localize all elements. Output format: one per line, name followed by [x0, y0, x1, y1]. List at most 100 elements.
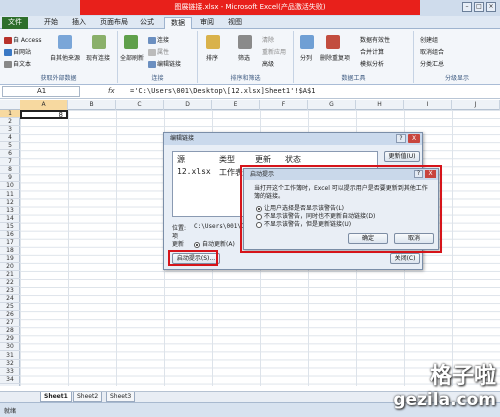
- tab-insert[interactable]: 插入: [66, 17, 92, 29]
- help-icon[interactable]: ?: [396, 134, 406, 143]
- update-values-button[interactable]: 更新值(U): [384, 151, 420, 162]
- column-header[interactable]: I: [404, 100, 452, 110]
- row-header[interactable]: 1: [0, 110, 20, 118]
- clear-filter-button[interactable]: 清除: [262, 35, 274, 44]
- row-header[interactable]: 14: [0, 215, 20, 223]
- from-text-button[interactable]: 自文本: [4, 59, 31, 68]
- edit-links-button[interactable]: 编辑链接: [148, 59, 181, 68]
- group-connections: 全部刷新 连接 属性 编辑链接 连接: [118, 31, 198, 83]
- row-header[interactable]: 18: [0, 247, 20, 255]
- tab-formulas[interactable]: 公式: [134, 17, 160, 29]
- row-header[interactable]: 20: [0, 263, 20, 271]
- sort-button[interactable]: 排序: [206, 53, 218, 62]
- row-header[interactable]: 25: [0, 303, 20, 312]
- column-header[interactable]: D: [164, 100, 212, 110]
- row-header[interactable]: 11: [0, 191, 20, 199]
- row-header[interactable]: 33: [0, 368, 20, 376]
- row-header[interactable]: 19: [0, 255, 20, 263]
- tab-file[interactable]: 文件: [2, 17, 28, 29]
- sheet-tab-3[interactable]: Sheet3: [106, 392, 136, 402]
- row-header[interactable]: 16: [0, 231, 20, 239]
- text-file-icon: [4, 61, 12, 68]
- what-if-button[interactable]: 模拟分析: [360, 59, 384, 68]
- from-web-button[interactable]: 自网站: [4, 47, 31, 56]
- ungroup-button[interactable]: 取消组合: [420, 47, 444, 56]
- row-header[interactable]: 23: [0, 287, 20, 296]
- properties-icon: [148, 49, 156, 56]
- close-window-icon[interactable]: ×: [486, 2, 496, 12]
- close-button[interactable]: 关闭(C): [390, 253, 420, 264]
- row-header[interactable]: 28: [0, 327, 20, 336]
- advanced-button[interactable]: 高级: [262, 59, 274, 68]
- access-icon: [4, 37, 12, 44]
- cell-a1[interactable]: 8: [20, 110, 68, 119]
- watermark: 格子啦 gezila.com: [393, 358, 496, 410]
- column-header[interactable]: G: [308, 100, 356, 110]
- formula-input[interactable]: ='C:\Users\001\Desktop\[12.xlsx]Sheet1'!…: [130, 87, 315, 95]
- row-header[interactable]: 9: [0, 174, 20, 183]
- row-header[interactable]: 30: [0, 343, 20, 352]
- row-header[interactable]: 7: [0, 158, 20, 167]
- row-header[interactable]: 32: [0, 360, 20, 368]
- properties-button[interactable]: 属性: [148, 47, 169, 56]
- tab-review[interactable]: 审阅: [194, 17, 220, 29]
- row-header[interactable]: 31: [0, 352, 20, 360]
- existing-connections-button[interactable]: 现有连接: [86, 53, 110, 62]
- reapply-button[interactable]: 重新应用: [262, 47, 286, 56]
- row-header[interactable]: 4: [0, 134, 20, 143]
- minimize-icon[interactable]: –: [462, 2, 472, 12]
- row-header[interactable]: 24: [0, 295, 20, 304]
- column-header[interactable]: C: [116, 100, 164, 110]
- column-header[interactable]: A: [20, 100, 68, 110]
- row-header[interactable]: 21: [0, 271, 20, 279]
- tab-home[interactable]: 开始: [38, 17, 64, 29]
- fx-icon[interactable]: fx: [108, 87, 115, 95]
- row-header[interactable]: 15: [0, 223, 20, 231]
- row-header[interactable]: 8: [0, 166, 20, 175]
- refresh-all-button[interactable]: 全部刷新: [120, 53, 144, 62]
- row-header[interactable]: 17: [0, 239, 20, 247]
- row-header[interactable]: 13: [0, 207, 20, 215]
- from-access-button[interactable]: 自 Access: [4, 35, 41, 44]
- title-bar: 图展链接.xlsx - Microsoft Excel(产品激活失败) – □ …: [0, 0, 500, 16]
- name-box[interactable]: A1: [2, 86, 80, 97]
- row-header[interactable]: 27: [0, 319, 20, 328]
- consolidate-button[interactable]: 合并计算: [360, 47, 384, 56]
- filter-button[interactable]: 筛选: [238, 53, 250, 62]
- data-validation-button[interactable]: 数据有效性: [360, 35, 390, 44]
- column-header[interactable]: H: [356, 100, 404, 110]
- row-header[interactable]: 26: [0, 311, 20, 320]
- column-header[interactable]: J: [452, 100, 500, 110]
- row-header[interactable]: 29: [0, 335, 20, 344]
- tab-view[interactable]: 视图: [222, 17, 248, 29]
- row-header[interactable]: 22: [0, 279, 20, 288]
- link-source[interactable]: 12.xlsx: [177, 167, 211, 176]
- sheet-tab-2[interactable]: Sheet2: [73, 392, 103, 402]
- auto-update-option[interactable]: 自动更新(A): [194, 239, 235, 248]
- row-header[interactable]: 3: [0, 126, 20, 135]
- row-header[interactable]: 5: [0, 142, 20, 151]
- row-header[interactable]: 2: [0, 118, 20, 127]
- other-sources-button[interactable]: 自其他来源: [50, 53, 80, 62]
- group-label-connections: 连接: [151, 75, 164, 82]
- column-header[interactable]: B: [68, 100, 116, 110]
- column-header[interactable]: F: [260, 100, 308, 110]
- group-button[interactable]: 创建组: [420, 35, 438, 44]
- remove-duplicates-icon: [326, 35, 340, 49]
- tab-page-layout[interactable]: 页面布局: [94, 17, 134, 29]
- row-header[interactable]: 34: [0, 376, 20, 384]
- tab-data[interactable]: 数据: [164, 17, 192, 29]
- row-header[interactable]: 6: [0, 150, 20, 159]
- close-icon[interactable]: X: [408, 134, 420, 143]
- remove-duplicates-button[interactable]: 删除重复项: [320, 53, 350, 62]
- sheet-tab-1[interactable]: Sheet1: [40, 392, 72, 402]
- column-header[interactable]: E: [212, 100, 260, 110]
- status-text: 就绪: [4, 408, 17, 415]
- auto-update-radio[interactable]: [194, 241, 200, 248]
- text-to-columns-button[interactable]: 分列: [300, 53, 312, 62]
- subtotal-button[interactable]: 分类汇总: [420, 59, 444, 68]
- connections-button[interactable]: 连接: [148, 35, 169, 44]
- row-header[interactable]: 12: [0, 199, 20, 207]
- row-header[interactable]: 10: [0, 182, 20, 191]
- maximize-icon[interactable]: □: [474, 2, 484, 12]
